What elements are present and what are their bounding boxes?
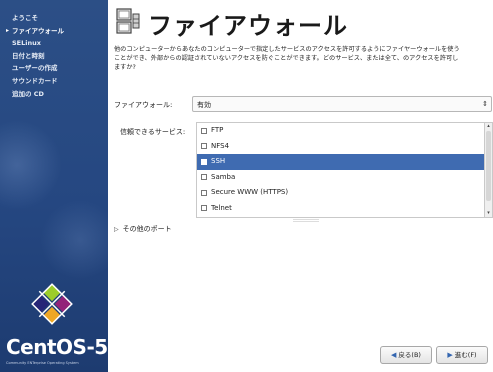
firewall-select-value: 有効 xyxy=(197,101,211,109)
step-selinux: SELinux xyxy=(12,39,41,48)
service-label: Secure WWW (HTTPS) xyxy=(211,188,289,196)
main-panel: ファイアウォール 他のコンピューターからあなたのコンピューターで指定したサービス… xyxy=(108,0,493,372)
service-label: Telnet xyxy=(211,203,232,212)
step-datetime: 日付と時刻 xyxy=(12,51,45,60)
step-soundcard: サウンドカード xyxy=(12,76,58,85)
service-row-ssh[interactable]: SSH xyxy=(197,154,484,170)
service-checkbox[interactable] xyxy=(201,158,207,165)
centos-logo-icon xyxy=(31,283,73,325)
sidebar-decoration xyxy=(40,200,108,280)
pane-resize-grip[interactable] xyxy=(293,219,319,222)
step-create-user: ユーザーの作成 xyxy=(12,64,58,73)
service-row-telnet[interactable]: Telnet xyxy=(197,201,484,217)
service-label: NFS4 xyxy=(211,141,230,150)
sidebar-decoration xyxy=(0,120,62,210)
service-checkbox[interactable] xyxy=(201,189,207,196)
scroll-up-icon[interactable]: ▴ xyxy=(485,123,492,130)
service-label: SSH xyxy=(211,157,226,165)
firewall-select[interactable]: 有効 ⇕ xyxy=(192,96,492,112)
service-checkbox[interactable] xyxy=(201,127,207,134)
back-button-label: 戻る(B) xyxy=(398,351,421,359)
page-description: 他のコンピューターからあなたのコンピューターで指定したサービスのアクセスを許可す… xyxy=(114,46,460,72)
service-checkbox[interactable] xyxy=(201,143,207,149)
service-checkbox[interactable] xyxy=(201,174,207,180)
page-title: ファイアウォール xyxy=(148,12,348,40)
service-checkbox[interactable] xyxy=(201,205,207,211)
next-button[interactable]: ▶ 進む(F) xyxy=(436,346,488,364)
arrow-right-icon: ▶ xyxy=(447,351,453,359)
sidebar: ようこそ ▸ ファイアウォール SELinux 日付と時刻 ユーザーの作成 サウン… xyxy=(0,0,108,372)
firewall-icon xyxy=(116,8,140,34)
other-ports-expander[interactable]: ▷ その他のポート xyxy=(114,224,172,234)
scroll-down-icon[interactable]: ▾ xyxy=(485,210,492,217)
service-row-samba[interactable]: Samba xyxy=(197,170,484,186)
step-additional-cd: 追加の CD xyxy=(12,89,44,98)
arrow-left-icon: ◀ xyxy=(391,351,397,359)
current-step-icon: ▸ xyxy=(6,26,10,34)
next-button-label: 進む(F) xyxy=(454,351,477,359)
service-row-https[interactable]: Secure WWW (HTTPS) xyxy=(197,185,484,201)
select-arrows-icon: ⇕ xyxy=(482,100,488,108)
step-list: ようこそ ▸ ファイアウォール SELinux 日付と時刻 ユーザーの作成 サウン… xyxy=(6,12,64,100)
expander-triangle-icon: ▷ xyxy=(114,226,119,233)
centos-tagline: Community ENTerprise Operating System xyxy=(6,361,79,365)
firewall-label: ファイアウォール: xyxy=(114,101,173,109)
service-row-ftp[interactable]: FTP xyxy=(197,123,484,139)
other-ports-label: その他のポート xyxy=(122,225,172,233)
back-button[interactable]: ◀ 戻る(B) xyxy=(380,346,432,364)
trusted-services-label: 信頼できるサービス: xyxy=(120,128,186,136)
centos-logo-text: CentOS-5 xyxy=(6,335,108,359)
service-label: FTP xyxy=(211,126,224,134)
scrollbar-thumb[interactable] xyxy=(486,131,491,201)
service-label: Samba xyxy=(211,172,236,181)
step-welcome: ようこそ xyxy=(12,14,38,22)
services-scrollbar[interactable]: ▴ ▾ xyxy=(485,122,493,218)
service-row-nfs4[interactable]: NFS4 xyxy=(197,139,484,155)
trusted-services-list[interactable]: FTP NFS4 SSH Samba Secure WWW (HTTPS) Te… xyxy=(196,122,485,218)
step-firewall: ▸ ファイアウォール xyxy=(6,25,64,38)
